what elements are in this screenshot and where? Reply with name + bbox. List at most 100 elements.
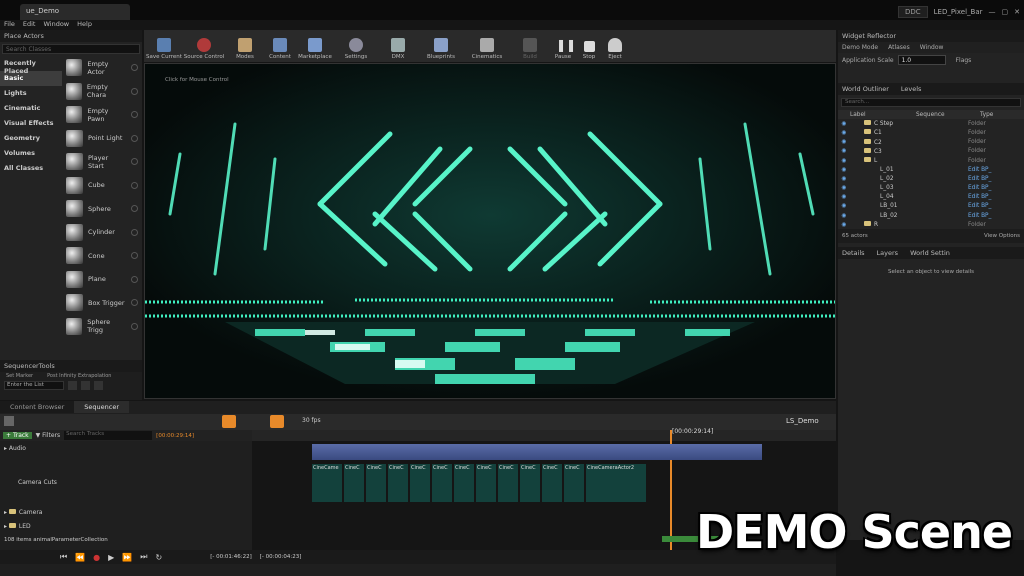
flags-label[interactable]: Flags xyxy=(956,57,972,64)
actor-item[interactable]: Empty Pawn xyxy=(63,103,142,127)
eye-icon[interactable]: ◉ xyxy=(838,222,850,228)
info-icon[interactable] xyxy=(131,134,138,142)
prev-frame-icon[interactable]: ⏪ xyxy=(75,553,85,562)
camera-clip[interactable]: CineC xyxy=(388,464,408,502)
info-icon[interactable] xyxy=(131,299,138,307)
loop-icon[interactable]: ↻ xyxy=(155,553,162,562)
eye-icon[interactable]: ◉ xyxy=(838,148,850,154)
info-icon[interactable] xyxy=(131,64,139,72)
actor-item[interactable]: Cube xyxy=(63,174,142,198)
info-icon[interactable] xyxy=(131,87,138,95)
eye-icon[interactable]: ◉ xyxy=(838,167,850,173)
play-icon[interactable]: ▶ xyxy=(108,553,114,562)
jump-end-icon[interactable]: ⏭ xyxy=(140,552,147,562)
camera-clip[interactable]: CineC xyxy=(366,464,386,502)
eye-icon[interactable]: ◉ xyxy=(838,158,850,164)
track-led[interactable]: ▸ LED xyxy=(0,523,252,530)
track-camera[interactable]: ▸ Camera xyxy=(0,509,252,516)
ddc-indicator[interactable]: DDC xyxy=(897,6,928,18)
actor-item[interactable]: Box Trigger xyxy=(63,291,142,315)
marketplace-button[interactable]: Marketplace xyxy=(296,30,334,62)
category-cinematic[interactable]: Cinematic xyxy=(0,101,62,116)
actor-item[interactable]: Sphere Trigg xyxy=(63,315,142,339)
filters-button[interactable]: ▼ Filters xyxy=(36,432,61,439)
add-track-button[interactable]: + Track xyxy=(3,432,32,439)
eye-icon[interactable]: ◉ xyxy=(838,176,850,182)
next-frame-icon[interactable]: ⏩ xyxy=(122,553,132,562)
camera-clip[interactable]: CineC xyxy=(476,464,496,502)
tab-world-settings[interactable]: World Settin xyxy=(910,249,950,257)
menu-window[interactable]: Window xyxy=(43,20,69,30)
camera-clip[interactable]: CineC xyxy=(410,464,430,502)
tab-window[interactable]: Window xyxy=(920,44,944,51)
track-audio[interactable]: ▸ Audio xyxy=(0,445,252,452)
eye-icon[interactable]: ◉ xyxy=(838,203,850,209)
outliner-row[interactable]: ◉ LB_01 Edit BP_ xyxy=(838,202,1024,211)
outliner-row[interactable]: ◉ C Step Folder xyxy=(838,119,1024,128)
eye-icon[interactable]: ◉ xyxy=(838,139,850,145)
info-icon[interactable] xyxy=(131,252,138,260)
column-label[interactable]: Label xyxy=(850,112,916,118)
outliner-search-input[interactable]: Search... xyxy=(841,98,1021,107)
tool-button[interactable] xyxy=(68,381,77,390)
tab-sequencer[interactable]: Sequencer xyxy=(74,401,129,413)
camera-clip[interactable]: CineC xyxy=(542,464,562,502)
tab-demo-mode[interactable]: Demo Mode xyxy=(842,44,878,51)
category-basic[interactable]: Basic xyxy=(0,71,62,86)
outliner-row[interactable]: ◉ C1 Folder xyxy=(838,128,1024,137)
tool-button[interactable] xyxy=(81,381,90,390)
actor-item[interactable]: Plane xyxy=(63,268,142,292)
current-time[interactable]: [00:00:29:14] xyxy=(156,433,194,439)
camera-clip[interactable]: CineC xyxy=(520,464,540,502)
eye-icon[interactable]: ◉ xyxy=(838,130,850,136)
eye-icon[interactable]: ◉ xyxy=(838,185,850,191)
actor-item[interactable]: Cylinder xyxy=(63,221,142,245)
menu-help[interactable]: Help xyxy=(77,20,92,30)
info-icon[interactable] xyxy=(131,158,138,166)
eye-icon[interactable]: ◉ xyxy=(838,213,850,219)
actor-item[interactable]: Sphere xyxy=(63,197,142,221)
app-scale-input[interactable]: 1.0 xyxy=(897,55,946,65)
camera-clip[interactable]: CineC xyxy=(432,464,452,502)
range-start[interactable]: [- 00:01:46:22] xyxy=(210,554,252,560)
info-icon[interactable] xyxy=(131,322,138,330)
tool-button[interactable] xyxy=(94,381,103,390)
source-control-button[interactable]: Source Control xyxy=(182,30,226,62)
record-icon[interactable]: ● xyxy=(93,553,100,562)
view-options-button[interactable]: View Options xyxy=(984,233,1020,239)
tab-atlases[interactable]: Atlases xyxy=(888,44,910,51)
cinematics-button[interactable]: Cinematics xyxy=(464,30,510,62)
actor-item[interactable]: Cone xyxy=(63,244,142,268)
time-ruler[interactable] xyxy=(252,430,836,441)
column-sequence[interactable]: Sequence xyxy=(916,112,980,118)
audio-clip[interactable] xyxy=(312,444,762,460)
track-camera-cuts[interactable]: Camera Cuts xyxy=(0,479,252,486)
search-classes-input[interactable]: Search Classes xyxy=(2,44,140,54)
magnet-icon[interactable] xyxy=(270,415,284,428)
outliner-row[interactable]: ◉ C3 Folder xyxy=(838,147,1024,156)
content-button[interactable]: Content xyxy=(264,30,296,62)
tab-content-browser[interactable]: Content Browser xyxy=(0,401,75,413)
close-icon[interactable]: ✕ xyxy=(1014,8,1020,16)
fps-dropdown[interactable]: 30 fps xyxy=(302,417,321,424)
eject-button[interactable]: Eject xyxy=(602,30,628,62)
category-volumes[interactable]: Volumes xyxy=(0,146,62,161)
build-button[interactable]: Build xyxy=(510,30,550,62)
stop-button[interactable]: Stop xyxy=(576,30,602,62)
actor-item[interactable]: Point Light xyxy=(63,127,142,151)
outliner-row[interactable]: ◉ LB_02 Edit BP_ xyxy=(838,211,1024,220)
camera-clip[interactable]: CineC xyxy=(454,464,474,502)
maximize-icon[interactable]: ▢ xyxy=(1002,8,1009,16)
dmx-button[interactable]: DMX xyxy=(378,30,418,62)
camera-clip[interactable]: CineCame xyxy=(312,464,342,502)
save-current-button[interactable]: Save Current xyxy=(146,30,182,62)
outliner-row[interactable]: ◉ C2 Folder xyxy=(838,138,1024,147)
outliner-row[interactable]: ◉ L_03 Edit BP_ xyxy=(838,184,1024,193)
category-lights[interactable]: Lights xyxy=(0,86,62,101)
info-icon[interactable] xyxy=(131,275,138,283)
outliner-row[interactable]: ◉ R Folder xyxy=(838,220,1024,229)
menu-edit[interactable]: Edit xyxy=(23,20,36,30)
tab-world-outliner[interactable]: World Outliner xyxy=(842,85,889,93)
outliner-row[interactable]: ◉ L_04 Edit BP_ xyxy=(838,193,1024,202)
info-icon[interactable] xyxy=(131,205,138,213)
